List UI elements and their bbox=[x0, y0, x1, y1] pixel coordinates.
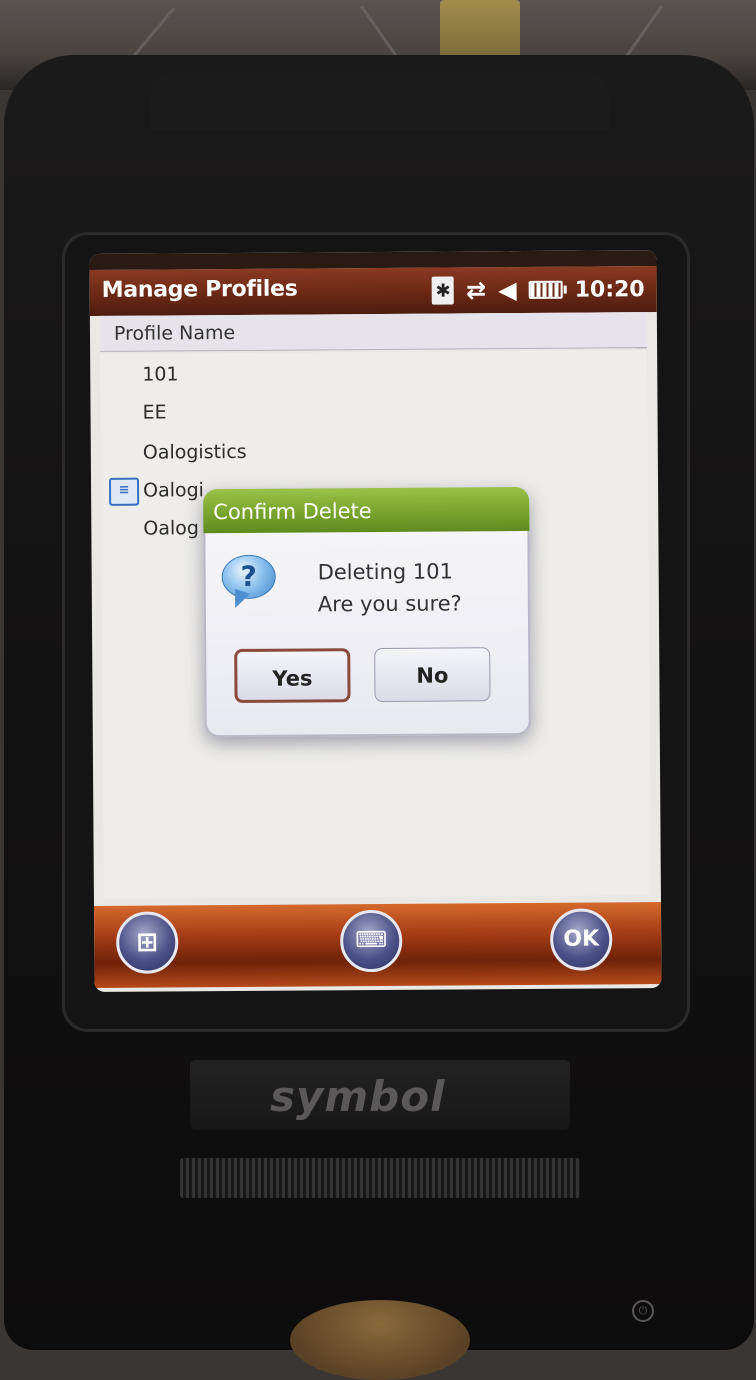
status-icons: ✱ ⇄ ◀ 10:20 bbox=[431, 272, 645, 307]
device-screen: Manage Profiles ✱ ⇄ ◀ 10:20 Profile Name… bbox=[89, 250, 662, 992]
windows-start-icon[interactable]: ⊞ bbox=[116, 911, 179, 974]
yes-button[interactable]: Yes bbox=[234, 648, 351, 703]
list-item[interactable]: Oalogi bbox=[143, 471, 204, 509]
speaker-grill bbox=[180, 1158, 580, 1198]
list-item[interactable]: Oalogistics bbox=[143, 433, 247, 472]
dialog-message-line1: Deleting 101 bbox=[317, 559, 454, 585]
background-object bbox=[440, 0, 520, 60]
brand-logo: symbol bbox=[270, 1072, 446, 1121]
confirm-delete-dialog: Confirm Delete ? Deleting 101 Are you su… bbox=[203, 486, 531, 738]
speaker-icon[interactable]: ◀ bbox=[498, 276, 517, 304]
sync-icon[interactable]: ⇄ bbox=[466, 276, 486, 304]
power-icon[interactable]: ⏻ bbox=[632, 1300, 654, 1322]
no-button[interactable]: No bbox=[374, 647, 491, 703]
keyboard-icon[interactable]: ⌨ bbox=[340, 909, 403, 973]
battery-icon[interactable] bbox=[528, 280, 563, 299]
device-top-bump bbox=[150, 70, 610, 130]
app-title: Manage Profiles bbox=[101, 276, 298, 303]
title-bar: Manage Profiles ✱ ⇄ ◀ 10:20 bbox=[89, 266, 657, 316]
bluetooth-icon[interactable]: ✱ bbox=[431, 276, 455, 305]
soft-key-bar: ⊞ ⌨ OK bbox=[93, 902, 662, 988]
scan-trigger-key[interactable] bbox=[290, 1300, 470, 1380]
dialog-message-line2: Are you sure? bbox=[317, 591, 462, 617]
clock[interactable]: 10:20 bbox=[575, 277, 645, 302]
list-item[interactable]: EE bbox=[142, 393, 166, 431]
list-item[interactable]: Oalog bbox=[143, 509, 199, 547]
question-icon-tail bbox=[229, 588, 251, 611]
ok-button[interactable]: OK bbox=[550, 908, 613, 971]
dialog-title: Confirm Delete bbox=[203, 486, 530, 534]
profile-active-icon: ≡ bbox=[108, 477, 140, 506]
list-item[interactable]: 101 bbox=[142, 355, 179, 393]
column-header-profile-name[interactable]: Profile Name bbox=[99, 312, 648, 352]
